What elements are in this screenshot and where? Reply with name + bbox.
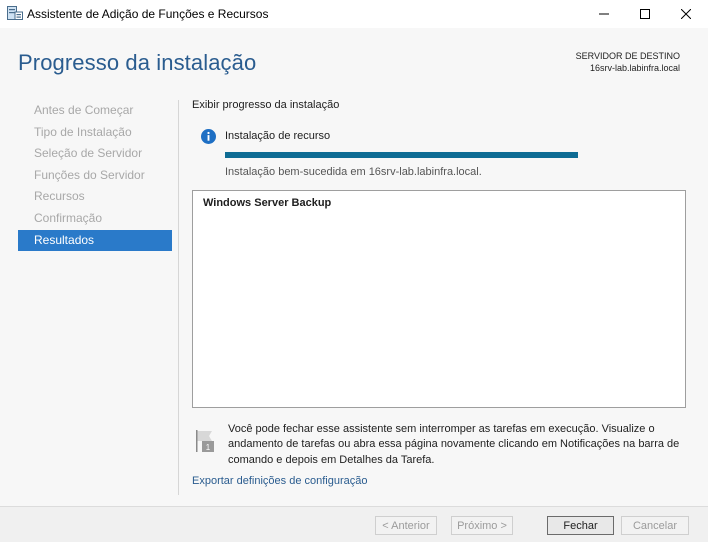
section-label: Exibir progresso da instalação <box>192 99 340 111</box>
progress-fill <box>225 152 578 158</box>
close-window-button[interactable] <box>666 0 706 28</box>
nav-item-results[interactable]: Resultados <box>18 229 172 252</box>
minimize-button[interactable] <box>584 0 624 28</box>
wizard-notice: Você pode fechar esse assistente sem int… <box>228 423 680 466</box>
destination-server-label: SERVIDOR DE DESTINO <box>575 51 680 61</box>
list-item: Windows Server Backup <box>203 197 332 209</box>
server-manager-icon <box>7 6 23 20</box>
notification-flag-icon: 1 <box>196 430 214 452</box>
nav-item-confirmation: Confirmação <box>34 210 103 225</box>
nav-item-installation-type: Tipo de Instalação <box>34 124 132 139</box>
window-title: Assistente de Adição de Funções e Recurs… <box>27 7 269 21</box>
nav-item-server-roles: Funções do Servidor <box>34 167 145 182</box>
nav-item-features: Recursos <box>34 189 85 204</box>
feature-installation-label: Instalação de recurso <box>225 130 331 142</box>
title-bar: Assistente de Adição de Funções e Recurs… <box>0 0 708 28</box>
minimize-icon <box>599 13 609 15</box>
nav-item-before-you-begin: Antes de Começar <box>34 103 134 117</box>
export-configuration-link[interactable]: Exportar definições de configuração <box>192 475 368 487</box>
installation-progress-bar <box>225 152 578 158</box>
results-list: Windows Server Backup <box>192 190 686 408</box>
next-button[interactable]: Próximo > <box>451 516 513 535</box>
nav-item-server-selection: Seleção de Servidor <box>34 146 143 161</box>
maximize-button[interactable] <box>625 0 665 28</box>
wizard-nav: Antes de Começar Tipo de Instalação Sele… <box>18 100 172 252</box>
installation-status: Instalação bem-sucedida em 16srv-lab.lab… <box>225 166 482 178</box>
maximize-icon <box>640 9 650 19</box>
destination-server-name: 16srv-lab.labinfra.local <box>589 63 680 73</box>
cancel-button[interactable]: Cancelar <box>621 516 689 535</box>
previous-button[interactable]: < Anterior <box>375 516 437 535</box>
close-button[interactable]: Fechar <box>547 516 614 535</box>
page-title: Progresso da instalação <box>18 50 257 75</box>
svg-text:1: 1 <box>206 443 211 452</box>
close-icon <box>681 9 691 19</box>
info-icon <box>201 129 216 144</box>
nav-divider <box>178 100 179 495</box>
